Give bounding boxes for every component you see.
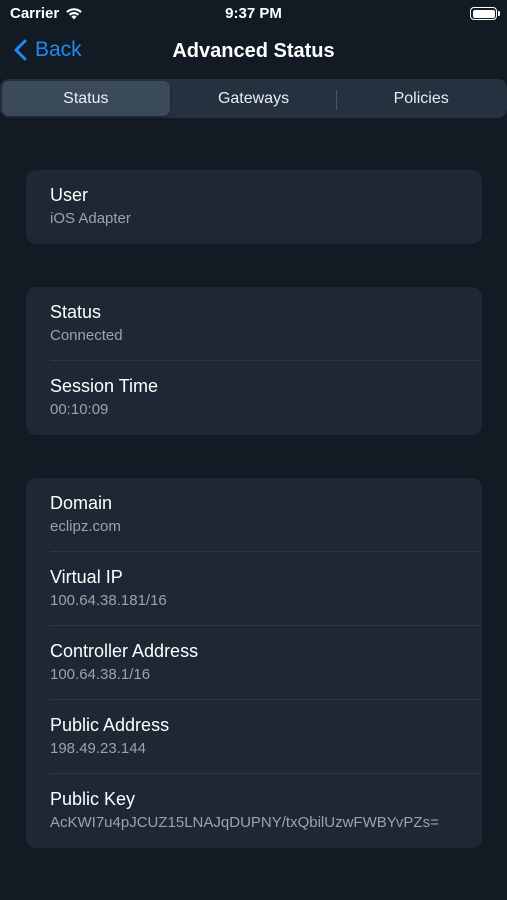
tab-segmented-control: Status Gateways Policies: [0, 79, 507, 118]
tab-policies[interactable]: Policies: [336, 81, 505, 116]
public-key-value: AcKWI7u4pJCUZ15LNAJqDUPNY/txQbilUzwFWBYv…: [50, 814, 439, 831]
row-label: Controller Address: [50, 641, 199, 661]
network-card: Domain eclipz.com Virtual IP 100.64.38.1…: [26, 478, 482, 848]
list-item: Controller Address 100.64.38.1/16: [26, 626, 482, 700]
list-item: Virtual IP 100.64.38.181/16: [26, 552, 482, 626]
row-label: Virtual IP: [50, 567, 123, 587]
row-value: Connected: [50, 327, 123, 344]
page-title: Advanced Status: [172, 40, 335, 62]
row-label: Session Time: [50, 376, 159, 396]
row-value: 100.64.38.1/16: [50, 666, 151, 683]
row-value: 00:10:09: [50, 401, 109, 418]
tab-status[interactable]: Status: [2, 81, 170, 116]
tab-label: Gateways: [217, 89, 290, 107]
row-label: Domain: [50, 493, 113, 513]
row-label: Public Key: [50, 789, 136, 809]
navigation-bar: Back Advanced Status: [0, 30, 507, 76]
row-value: iOS Adapter: [50, 210, 131, 227]
row-label: User: [50, 185, 89, 205]
tab-label: Status: [63, 89, 109, 107]
list-item: Domain eclipz.com: [26, 478, 482, 552]
row-label: Status: [50, 302, 102, 322]
list-item: Public Key AcKWI7u4pJCUZ15LNAJqDUPNY/txQ…: [26, 774, 482, 848]
list-item: User iOS Adapter: [26, 170, 482, 227]
status-bar: Carrier 9:37 PM: [0, 0, 507, 30]
list-item: Public Address 198.49.23.144: [26, 700, 482, 774]
segment-divider: [336, 90, 338, 110]
battery-icon: [470, 7, 500, 20]
tab-gateways[interactable]: Gateways: [170, 81, 338, 116]
row-value: 198.49.23.144: [50, 740, 146, 757]
list-item: Session Time 00:10:09: [26, 361, 482, 435]
tab-label: Policies: [393, 89, 449, 107]
row-value: eclipz.com: [50, 518, 121, 535]
row-label: Public Address: [50, 715, 170, 735]
row-value: 100.64.38.181/16: [50, 592, 167, 609]
connection-card: Status Connected Session Time 00:10:09: [26, 287, 482, 435]
user-card: User iOS Adapter: [26, 170, 482, 244]
list-item: Status Connected: [26, 287, 482, 361]
clock: 9:37 PM: [225, 5, 282, 22]
